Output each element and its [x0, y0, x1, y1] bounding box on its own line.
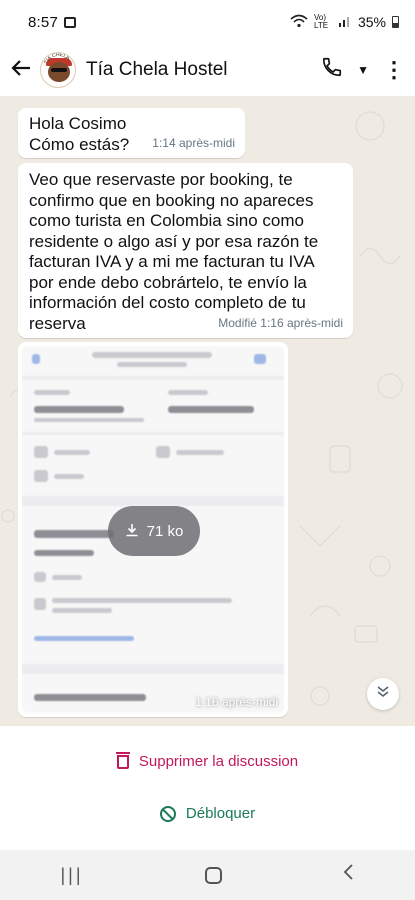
message-bubble[interactable]: Hola Cosimo Cómo estás? 1:14 après-midi: [18, 108, 245, 158]
block-icon: [159, 805, 176, 822]
preview-shape: [22, 432, 284, 435]
status-right: Vo) LTE 35%: [290, 14, 399, 31]
message-bubble[interactable]: Veo que reservaste por booking, te confi…: [18, 163, 353, 338]
preview-shape: [52, 608, 112, 613]
message-text: Veo que reservaste por booking, te confi…: [29, 170, 319, 333]
preview-shape: [22, 376, 284, 380]
preview-shape: [254, 354, 266, 364]
preview-shape: [54, 450, 90, 455]
arrow-left-icon[interactable]: [10, 56, 38, 84]
preview-shape: [117, 362, 187, 367]
preview-shape: [34, 530, 114, 538]
preview-shape: [34, 418, 144, 422]
scroll-to-bottom-button[interactable]: [367, 678, 399, 710]
gallery-notification-icon: [64, 16, 76, 28]
message-time: Modifié 1:16 après-midi: [218, 315, 343, 330]
more-vert-icon[interactable]: ⋮: [383, 59, 405, 81]
preview-shape: [168, 390, 208, 395]
blocked-contact-footer: Supprimer la discussion Débloquer: [0, 726, 415, 850]
chat-header: TÍA CHELA Tía Chela Hostel ▼ ⋮: [0, 44, 415, 96]
preview-shape: [54, 474, 84, 479]
svg-text:TÍA CHELA: TÍA CHELA: [43, 53, 71, 65]
status-time: 8:57: [28, 13, 58, 31]
signal-icon: [338, 14, 352, 30]
preview-shape: [92, 352, 212, 358]
recents-icon[interactable]: |||: [60, 865, 83, 886]
preview-shape: [34, 572, 46, 582]
battery-icon: [392, 16, 399, 28]
home-icon[interactable]: [204, 866, 222, 884]
preview-shape: [34, 470, 48, 482]
delete-chat-label: Supprimer la discussion: [138, 753, 299, 770]
delete-chat-button[interactable]: Supprimer la discussion: [0, 751, 415, 770]
preview-shape: [34, 446, 48, 458]
back-nav-icon[interactable]: [342, 863, 354, 887]
battery-percent: 35%: [357, 14, 386, 30]
preview-shape: [34, 390, 70, 395]
preview-shape: [156, 446, 170, 458]
unblock-button[interactable]: Débloquer: [0, 805, 415, 822]
preview-shape: [168, 406, 254, 413]
preview-shape: [22, 496, 284, 506]
phone-icon[interactable]: [321, 56, 343, 84]
download-button[interactable]: 71 ko: [108, 506, 200, 556]
message-time: 1:16 après-midi: [195, 695, 278, 709]
download-icon: [125, 523, 139, 540]
contact-name[interactable]: Tía Chela Hostel: [86, 59, 228, 81]
preview-shape: [34, 598, 46, 610]
signal-text: Vo) LTE: [313, 13, 329, 30]
double-chevron-down-icon: [376, 685, 390, 703]
preview-shape: [34, 694, 146, 701]
preview-shape: [32, 354, 40, 364]
download-size: 71 ko: [146, 522, 184, 540]
chat-area[interactable]: Hola Cosimo Cómo estás? 1:14 après-midi …: [0, 96, 415, 726]
unblock-label: Débloquer: [185, 805, 256, 822]
preview-shape: [176, 450, 224, 455]
preview-shape: [22, 664, 284, 674]
wifi-icon: [290, 14, 308, 31]
image-message[interactable]: 71 ko 1:16 après-midi: [18, 342, 288, 717]
trash-icon: [115, 751, 130, 769]
message-time: 1:14 après-midi: [152, 135, 235, 150]
preview-shape: [52, 575, 82, 580]
system-nav-bar: |||: [0, 850, 415, 900]
message-line: Hola Cosimo: [29, 114, 127, 133]
preview-shape: [34, 636, 134, 641]
avatar[interactable]: TÍA CHELA: [40, 52, 76, 88]
status-bar: 8:57 Vo) LTE 35%: [0, 0, 415, 44]
avatar-logo-text: TÍA CHELA: [43, 53, 71, 65]
preview-shape: [34, 406, 124, 413]
preview-shape: [52, 598, 232, 603]
header-actions: ▼ ⋮: [321, 56, 405, 84]
caret-down-icon[interactable]: ▼: [357, 63, 369, 77]
preview-shape: [34, 550, 94, 556]
avatar-logo: TÍA CHELA: [43, 53, 71, 65]
